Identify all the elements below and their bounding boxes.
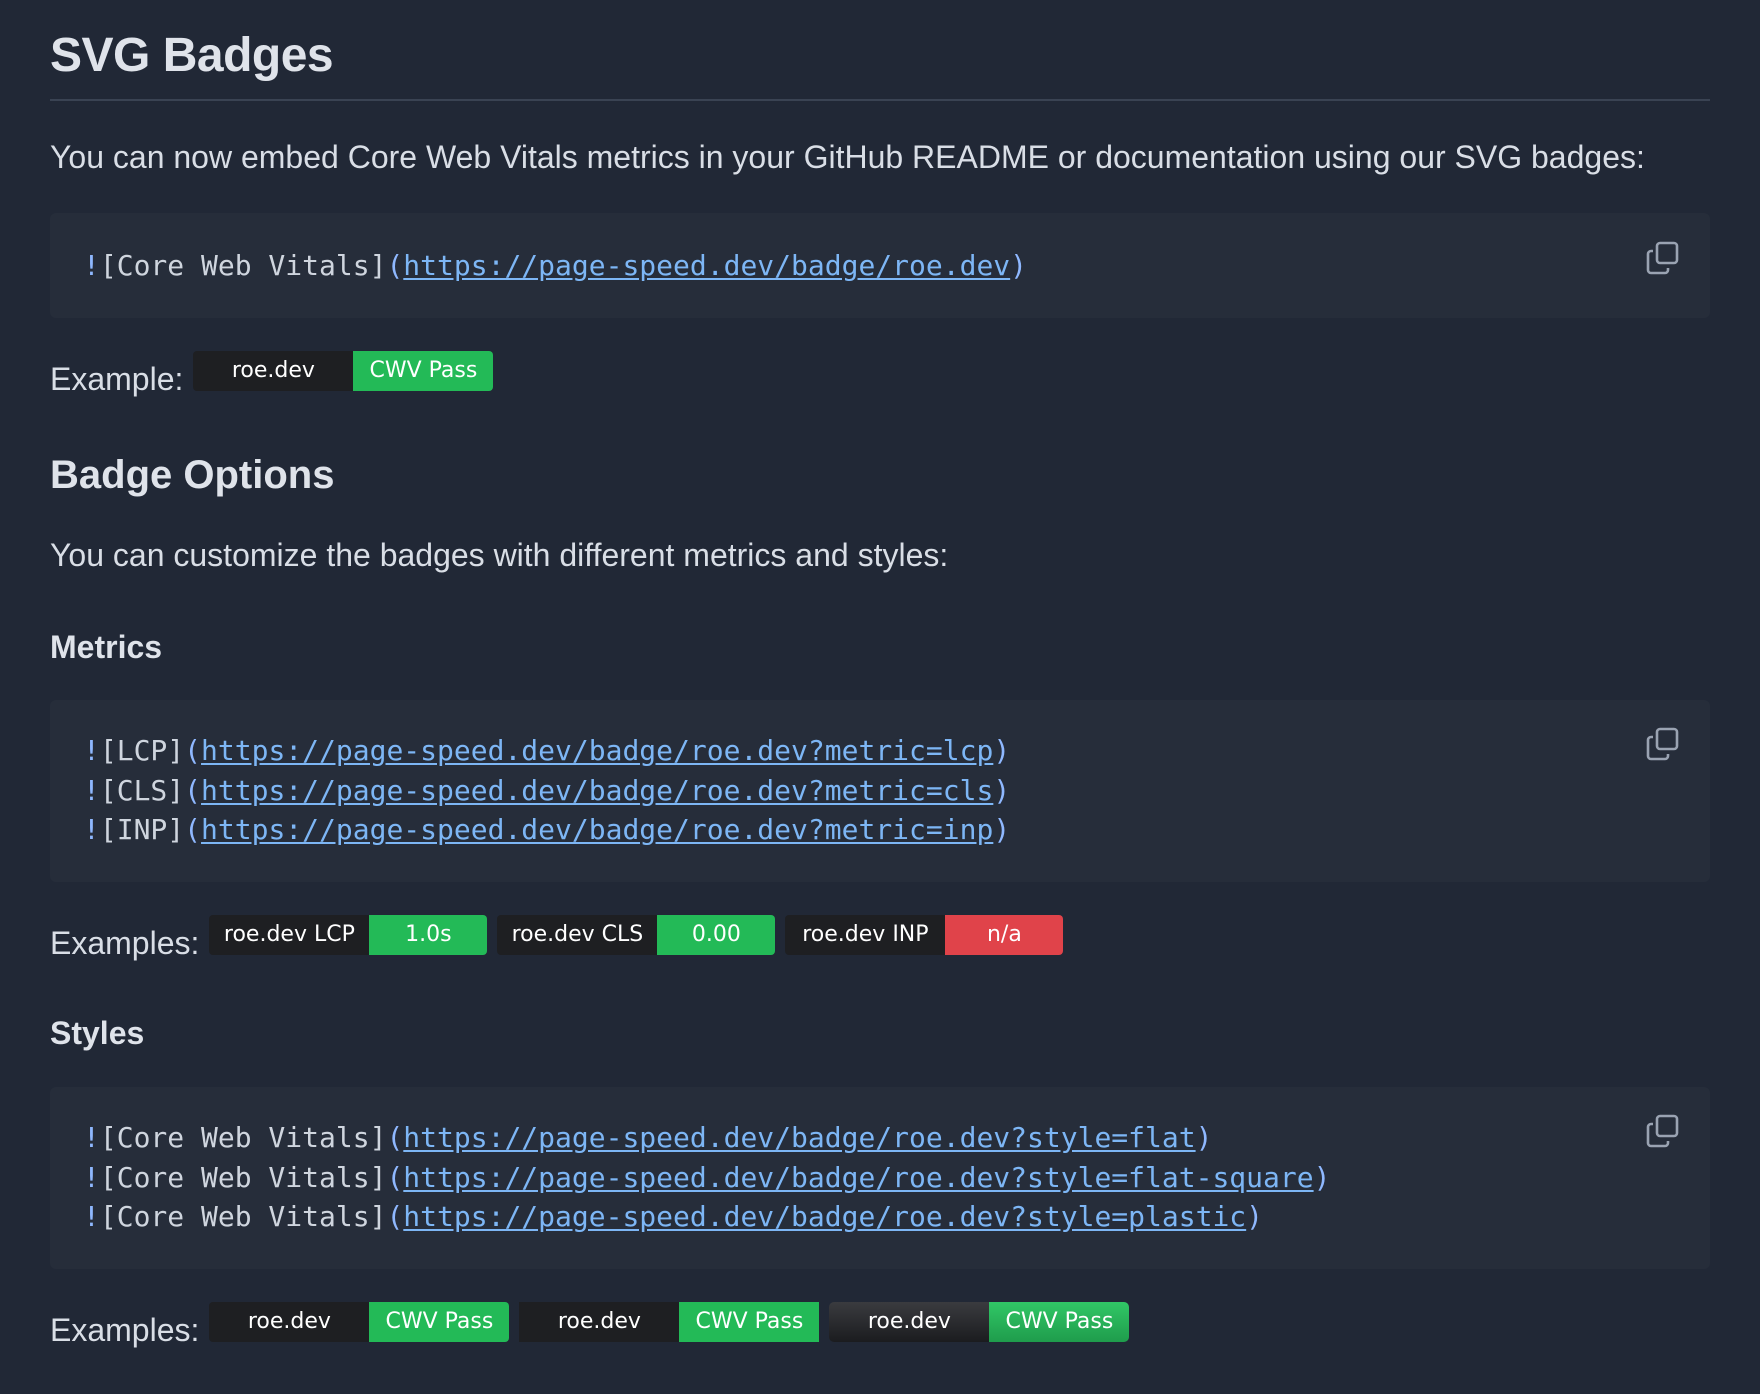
code-url-link[interactable]: https://page-speed.dev/badge/roe.dev?met…	[201, 734, 993, 767]
code-close-paren: )	[1246, 1200, 1264, 1233]
code-line: ![INP](https://page-speed.dev/badge/roe.…	[83, 810, 1710, 850]
code-url-link[interactable]: https://page-speed.dev/badge/roe.dev	[403, 249, 1010, 282]
code-url-link[interactable]: https://page-speed.dev/badge/roe.dev?sty…	[403, 1200, 1246, 1233]
badge-value: CWV Pass	[353, 351, 494, 391]
code-open-paren: (	[386, 249, 404, 282]
code-bang: !	[83, 734, 100, 767]
code-close-paren: )	[1010, 249, 1028, 282]
code-alt-text: [LCP]	[99, 734, 185, 767]
badge-value: CWV Pass	[989, 1302, 1130, 1342]
example-label: Examples:	[50, 1311, 200, 1348]
badge-options-heading: Badge Options	[50, 453, 335, 497]
copy-icon	[1646, 241, 1679, 275]
styles-heading: Styles	[50, 1015, 145, 1051]
code-alt-text: [INP]	[99, 813, 185, 846]
code-close-paren: )	[993, 813, 1011, 846]
inp-badge: roe.dev INP n/a	[785, 915, 1064, 955]
code-close-paren: )	[1195, 1121, 1213, 1154]
code-block-metrics: ![LCP](https://page-speed.dev/badge/roe.…	[50, 700, 1710, 882]
code-bang: !	[83, 249, 100, 282]
copy-button[interactable]	[1646, 727, 1680, 761]
code-bang: !	[83, 813, 100, 846]
metrics-heading: Metrics	[50, 629, 163, 665]
code-url-link[interactable]: https://page-speed.dev/badge/roe.dev?sty…	[403, 1121, 1195, 1154]
code-line: ![CLS](https://page-speed.dev/badge/roe.…	[83, 771, 1710, 811]
code-block-basic: ![Core Web Vitals](https://page-speed.de…	[50, 213, 1710, 318]
plastic-style-badge: roe.dev CWV Pass	[829, 1302, 1130, 1342]
code-line: ![Core Web Vitals](https://page-speed.de…	[83, 1197, 1710, 1237]
badge-value: 1.0s	[369, 915, 488, 955]
example-label: Examples:	[50, 924, 200, 961]
page-title: SVG Badges	[50, 29, 334, 82]
flat-style-badge: roe.dev CWV Pass	[209, 1302, 510, 1342]
code-alt-text: [Core Web Vitals]	[99, 1160, 387, 1194]
code-line: ![Core Web Vitals](https://page-speed.de…	[83, 1158, 1710, 1198]
code-open-paren: (	[386, 1160, 404, 1194]
copy-icon	[1646, 727, 1679, 761]
code-open-paren: (	[184, 773, 202, 807]
code-url-link[interactable]: https://page-speed.dev/badge/roe.dev?sty…	[403, 1161, 1313, 1194]
code-line: ![Core Web Vitals](https://page-speed.de…	[83, 246, 1710, 286]
code-block-styles: ![Core Web Vitals](https://page-speed.de…	[50, 1087, 1710, 1269]
example-row-basic: Example: roe.dev CWV Pass	[50, 350, 503, 397]
code-bang: !	[83, 1121, 100, 1154]
code-alt-text: [CLS]	[99, 773, 185, 807]
code-line: ![Core Web Vitals](https://page-speed.de…	[83, 1118, 1710, 1158]
code-open-paren: (	[184, 734, 202, 767]
flat-square-style-badge: roe.dev CWV Pass	[519, 1302, 820, 1342]
badge-label: roe.dev	[519, 1302, 680, 1342]
code-close-paren: )	[993, 773, 1011, 807]
badge-value: CWV Pass	[679, 1302, 820, 1342]
example-label: Example:	[50, 360, 184, 397]
example-row-styles: Examples: roe.dev CWV Pass roe.dev CWV P…	[50, 1301, 1139, 1348]
code-url-link[interactable]: https://page-speed.dev/badge/roe.dev?met…	[201, 774, 993, 807]
heading-divider	[50, 99, 1710, 101]
code-close-paren: )	[993, 734, 1011, 767]
cls-badge: roe.dev CLS 0.00	[497, 915, 776, 955]
code-alt-text: [Core Web Vitals]	[99, 1121, 387, 1154]
copy-button[interactable]	[1646, 241, 1680, 275]
badge-label: roe.dev CLS	[497, 915, 658, 955]
code-bang: !	[83, 773, 100, 807]
code-open-paren: (	[386, 1200, 404, 1233]
intro-paragraph: You can now embed Core Web Vitals metric…	[50, 139, 1645, 175]
badge-value: CWV Pass	[369, 1302, 510, 1342]
badge-value: 0.00	[657, 915, 776, 955]
code-open-paren: (	[184, 813, 202, 846]
code-open-paren: (	[386, 1121, 404, 1154]
code-close-paren: )	[1313, 1160, 1331, 1194]
options-paragraph: You can customize the badges with differ…	[50, 537, 949, 573]
code-alt-text: [Core Web Vitals]	[99, 249, 387, 282]
badge-label: roe.dev LCP	[209, 915, 370, 955]
badge-value: n/a	[945, 915, 1064, 955]
code-url-link[interactable]: https://page-speed.dev/badge/roe.dev?met…	[201, 813, 993, 846]
copy-button[interactable]	[1646, 1114, 1680, 1148]
code-line: ![LCP](https://page-speed.dev/badge/roe.…	[83, 731, 1710, 771]
cwv-badge: roe.dev CWV Pass	[193, 351, 494, 391]
badge-label: roe.dev	[209, 1302, 370, 1342]
copy-icon	[1646, 1114, 1679, 1148]
example-row-metrics: Examples: roe.dev LCP 1.0s roe.dev CLS 0…	[50, 914, 1073, 961]
badge-label: roe.dev INP	[785, 915, 946, 955]
badge-label: roe.dev	[193, 351, 354, 391]
code-bang: !	[83, 1200, 100, 1233]
code-alt-text: [Core Web Vitals]	[99, 1200, 387, 1233]
badge-label: roe.dev	[829, 1302, 990, 1342]
code-bang: !	[83, 1160, 100, 1194]
lcp-badge: roe.dev LCP 1.0s	[209, 915, 488, 955]
